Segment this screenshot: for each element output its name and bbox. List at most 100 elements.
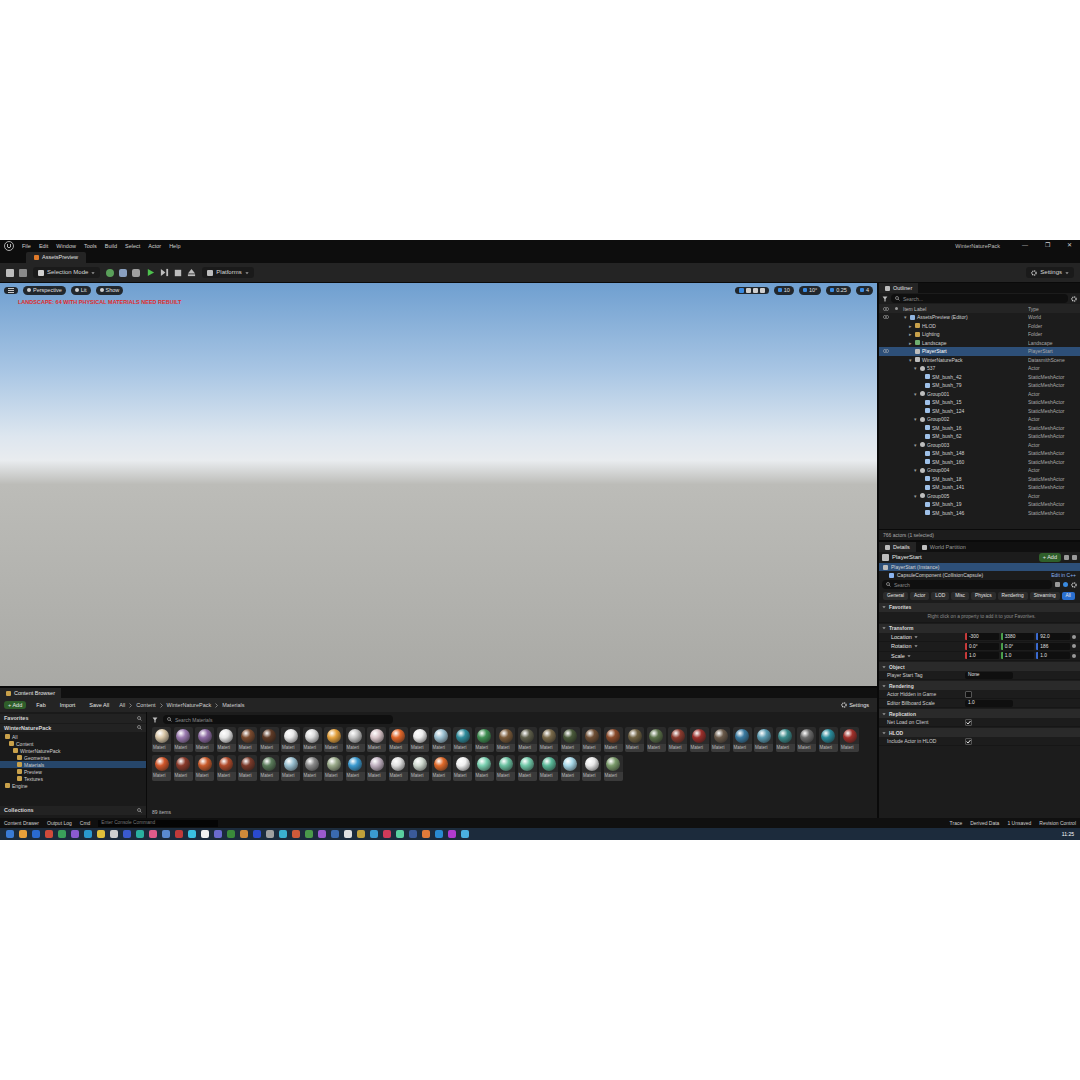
expand-toggle[interactable]: ▾ (903, 314, 908, 320)
menu-item[interactable]: Build (105, 243, 117, 250)
menu-item[interactable]: Edit (39, 243, 48, 250)
category-filter[interactable]: Streaming (1030, 592, 1060, 600)
outliner-row[interactable]: ▾Group001Actor (879, 390, 1080, 399)
taskbar-app-icon[interactable] (409, 830, 417, 838)
taskbar-app-icon[interactable] (383, 830, 391, 838)
settings-button[interactable]: Settings (1026, 267, 1074, 278)
transform-mode-button[interactable]: Rotation (887, 642, 922, 651)
asset-tile[interactable]: Materi (432, 727, 451, 752)
menu-item[interactable]: Actor (148, 243, 161, 250)
section-header[interactable]: Object (879, 662, 1080, 671)
status-bar-button[interactable]: Content Drawer (4, 820, 39, 826)
taskbar-app-icon[interactable] (162, 830, 170, 838)
asset-tile[interactable]: Materi (174, 755, 193, 780)
asset-tile[interactable]: Materi (539, 755, 558, 780)
asset-tile[interactable]: Materi (410, 727, 429, 752)
window-control-button[interactable]: — (1018, 242, 1032, 249)
asset-tile[interactable]: Materi (195, 755, 214, 780)
expand-toggle[interactable]: ▾ (913, 493, 918, 499)
expand-toggle[interactable]: ▾ (908, 357, 913, 363)
asset-tile[interactable]: Materi (819, 727, 838, 752)
category-filter[interactable]: Physics (971, 592, 996, 600)
grid-icon[interactable] (1055, 582, 1060, 587)
checkbox[interactable] (965, 738, 972, 745)
asset-tile[interactable]: Materi (453, 755, 472, 780)
checkbox[interactable] (965, 691, 972, 698)
asset-tile[interactable]: Materi (238, 727, 257, 752)
asset-tile[interactable]: Materi (324, 755, 343, 780)
add-actor-icon[interactable] (106, 269, 114, 277)
axis-field[interactable]: 92.0 (1036, 633, 1070, 640)
taskbar-app-icon[interactable] (370, 830, 378, 838)
viewport-button[interactable]: Lit (71, 286, 91, 295)
expand-toggle[interactable]: ▸ (908, 340, 913, 346)
asset-tile[interactable]: Materi (582, 755, 601, 780)
axis-field[interactable]: -300 (965, 633, 999, 640)
asset-tile[interactable]: Materi (152, 727, 171, 752)
taskbar-app-icon[interactable] (188, 830, 196, 838)
viewport-menu-button[interactable] (4, 287, 18, 294)
checkbox[interactable] (965, 719, 972, 726)
asset-tile[interactable]: Materi (195, 727, 214, 752)
taskbar-app-icon[interactable] (201, 830, 209, 838)
viewport-scene[interactable]: PerspectiveLitShow1010°0.254LANDSCAPE: 6… (0, 283, 877, 686)
content-action-button[interactable]: Fab (32, 701, 49, 710)
content-action-button[interactable]: Import (56, 701, 80, 710)
folder-item[interactable]: Materials (0, 761, 146, 768)
favorites-header[interactable]: Favorites (0, 714, 146, 723)
expand-toggle[interactable]: ▾ (913, 416, 918, 422)
menu-item[interactable]: File (22, 243, 31, 250)
asset-tile[interactable]: Materi (625, 727, 644, 752)
eye-icon[interactable] (883, 307, 889, 311)
taskbar-app-icon[interactable] (136, 830, 144, 838)
expand-toggle[interactable]: ▾ (913, 467, 918, 473)
folder-item[interactable]: WinterNaturePack (0, 747, 146, 754)
taskbar-app-icon[interactable] (71, 830, 79, 838)
gear-icon[interactable] (1071, 582, 1077, 588)
status-bar-item[interactable]: Revision Control (1039, 820, 1076, 826)
axis-field[interactable]: 3380 (1001, 633, 1035, 640)
visibility-cell[interactable] (881, 315, 891, 319)
asset-tile[interactable]: Materi (690, 727, 709, 752)
document-tab[interactable]: AssetsPreview (26, 252, 86, 263)
taskbar-app-icon[interactable] (461, 830, 469, 838)
expand-toggle[interactable]: ▾ (913, 442, 918, 448)
asset-tile[interactable]: Materi (561, 755, 580, 780)
outliner-row[interactable]: SM_bush_141StaticMeshActor (879, 483, 1080, 492)
taskbar-app-icon[interactable] (175, 830, 183, 838)
outliner-row[interactable]: SM_bush_42StaticMeshActor (879, 373, 1080, 382)
expand-toggle[interactable]: ▾ (913, 391, 918, 397)
breadcrumb-item[interactable]: Materials (222, 702, 244, 709)
status-bar-item[interactable]: Derived Data (970, 820, 999, 826)
outliner-row[interactable]: ▸LightingFolder (879, 330, 1080, 339)
menu-item[interactable]: Help (169, 243, 180, 250)
outliner-row[interactable]: ▸HLODFolder (879, 322, 1080, 331)
taskbar-app-icon[interactable] (110, 830, 118, 838)
category-filter[interactable]: General (883, 592, 908, 600)
outliner-row[interactable]: SM_bush_146StaticMeshActor (879, 509, 1080, 518)
transform-tools[interactable] (735, 287, 769, 294)
asset-tile[interactable]: Materi (303, 727, 322, 752)
taskbar-app-icon[interactable] (279, 830, 287, 838)
unreal-logo-icon[interactable] (4, 241, 14, 251)
breadcrumb-item[interactable]: Content (136, 702, 155, 709)
section-header[interactable]: Transform (879, 624, 1080, 633)
taskbar-app-icon[interactable] (84, 830, 92, 838)
asset-tile[interactable]: Materi (711, 727, 730, 752)
outliner-row[interactable]: ▾AssetsPreview (Editor)World (879, 313, 1080, 322)
asset-tile[interactable]: Materi (346, 755, 365, 780)
taskbar-app-icon[interactable] (214, 830, 222, 838)
asset-tile[interactable]: Materi (367, 727, 386, 752)
taskbar-app-icon[interactable] (305, 830, 313, 838)
outliner-row[interactable]: ▾Group003Actor (879, 441, 1080, 450)
taskbar-app-icon[interactable] (435, 830, 443, 838)
asset-tile[interactable]: Materi (389, 727, 408, 752)
breadcrumb-item[interactable]: All (119, 702, 125, 709)
column-label[interactable]: Item Label (901, 306, 1028, 312)
taskbar-app-icon[interactable] (344, 830, 352, 838)
component-row[interactable]: PlayerStart (Instance) (879, 563, 1080, 571)
snap-button[interactable]: 4 (856, 286, 873, 295)
eye-icon[interactable] (883, 315, 889, 319)
asset-tile[interactable]: Materi (496, 727, 515, 752)
eye-icon[interactable] (883, 349, 889, 353)
